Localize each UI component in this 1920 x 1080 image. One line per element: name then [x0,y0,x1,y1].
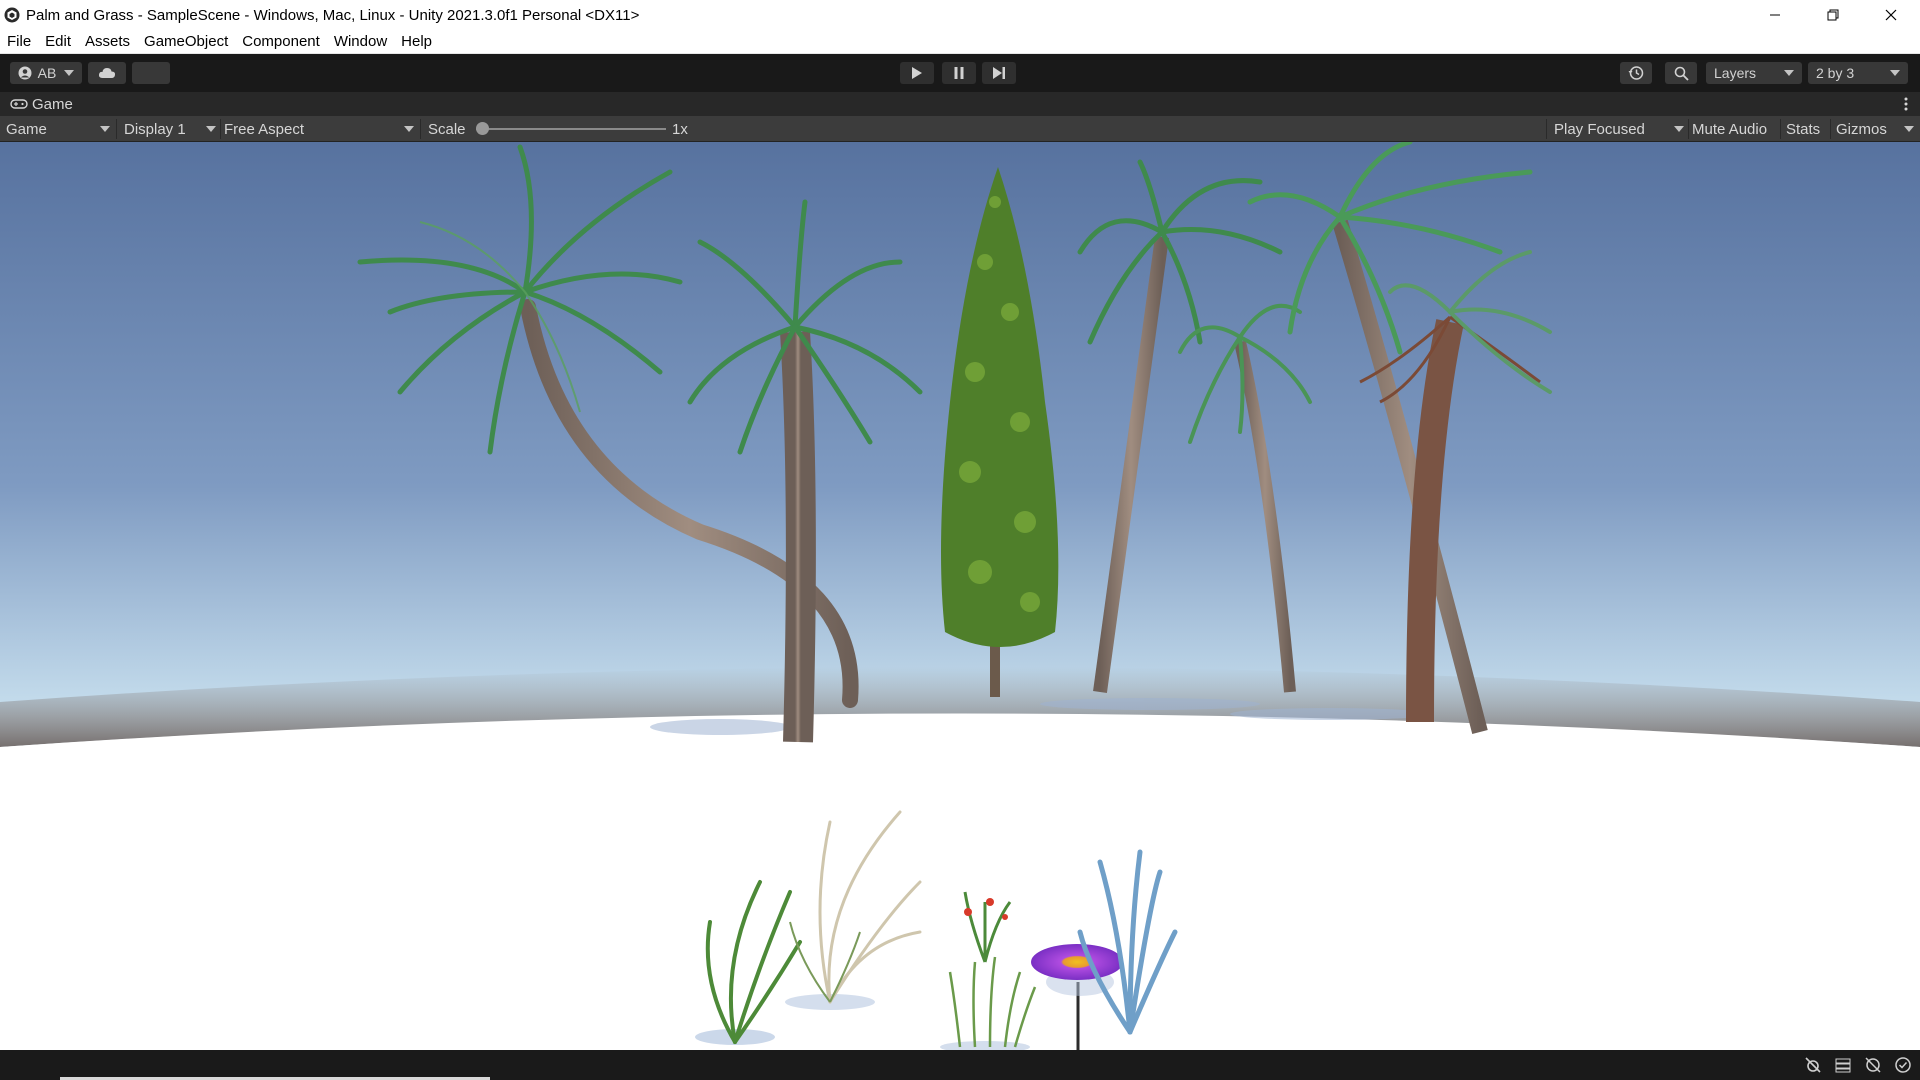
restore-button[interactable] [1804,0,1862,30]
game-tab-strip: Game [0,92,1920,116]
game-scene [0,142,1920,1050]
unity-logo-icon [4,7,20,23]
more-options-icon[interactable] [1904,96,1908,116]
play-focused-label: Play Focused [1554,120,1645,138]
account-label: AB [37,65,57,81]
cloud-icon [98,68,116,78]
account-dropdown[interactable]: AB [10,62,82,84]
step-icon [993,67,1005,79]
tab-game[interactable]: Game [0,92,73,116]
cloud-button[interactable] [88,62,126,84]
chevron-down-icon [206,126,216,132]
menu-bar: File Edit Assets GameObject Component Wi… [0,30,1920,54]
separator [1688,119,1689,139]
layout-dropdown[interactable]: 2 by 3 [1808,62,1908,84]
window-title: Palm and Grass - SampleScene - Windows, … [26,6,640,24]
cache-server-icon[interactable] [1834,1056,1852,1074]
separator [1780,119,1781,139]
scale-value: 1x [672,120,688,138]
account-icon [18,66,32,80]
main-toolbar: AB Layers 2 by 3 [0,54,1920,92]
menu-help[interactable]: Help [394,30,439,54]
title-bar: Palm and Grass - SampleScene - Windows, … [0,0,1920,30]
game-mode-dropdown[interactable]: Game [6,116,110,142]
gizmos-dropdown[interactable]: Gizmos [1836,116,1914,142]
play-button[interactable] [900,62,934,84]
play-icon [912,67,922,79]
close-window-button[interactable] [1862,0,1920,30]
status-icons [1804,1056,1912,1074]
scale-slider-handle[interactable] [476,122,489,135]
debug-off-icon[interactable] [1804,1056,1822,1074]
separator [1830,119,1831,139]
stats-toggle[interactable]: Stats [1786,116,1820,142]
chevron-down-icon [1674,126,1684,132]
layout-label: 2 by 3 [1816,65,1855,81]
search-icon [1674,66,1689,81]
restore-icon [1827,9,1839,21]
scale-slider-track [476,128,666,130]
game-mode-label: Game [6,120,47,138]
chevron-down-icon [404,126,414,132]
menu-edit[interactable]: Edit [38,30,78,54]
menu-component[interactable]: Component [235,30,327,54]
menu-assets[interactable]: Assets [78,30,137,54]
chevron-down-icon [1890,70,1900,76]
aspect-dropdown[interactable]: Free Aspect [224,116,414,142]
check-circle-icon[interactable] [1894,1056,1912,1074]
layers-label: Layers [1714,65,1757,81]
collab-button[interactable] [132,62,170,84]
chevron-down-icon [1784,70,1794,76]
gizmos-label: Gizmos [1836,120,1887,138]
chevron-down-icon [100,126,110,132]
search-button[interactable] [1665,62,1697,84]
close-icon [1885,9,1897,21]
ground-plane [0,713,1920,1050]
layers-dropdown[interactable]: Layers [1706,62,1802,84]
separator [220,119,221,139]
minimize-icon [1770,14,1780,16]
menu-file[interactable]: File [0,30,38,54]
undo-history-button[interactable] [1620,62,1652,84]
network-off-icon[interactable] [1864,1056,1882,1074]
game-viewport[interactable] [0,142,1920,1050]
display-label: Display 1 [124,120,186,138]
game-view-controls: Game Display 1 Free Aspect Scale 1x Play… [0,116,1920,142]
gamepad-icon [10,99,28,109]
mute-audio-toggle[interactable]: Mute Audio [1692,116,1767,142]
pause-button[interactable] [942,62,976,84]
chevron-down-icon [64,70,75,76]
separator [116,119,117,139]
scale-slider[interactable] [476,116,666,142]
chevron-down-icon [1904,126,1914,132]
menu-gameobject[interactable]: GameObject [137,30,235,54]
separator [420,119,421,139]
aspect-label: Free Aspect [224,120,305,138]
separator [1546,119,1547,139]
status-bar [0,1050,1920,1080]
display-dropdown[interactable]: Display 1 [124,116,216,142]
menu-window[interactable]: Window [327,30,394,54]
history-icon [1628,66,1644,80]
step-button[interactable] [982,62,1016,84]
pause-icon [954,67,964,79]
play-focused-dropdown[interactable]: Play Focused [1554,116,1684,142]
scale-label: Scale [428,120,466,138]
tab-game-label: Game [32,95,73,113]
minimize-button[interactable] [1746,0,1804,30]
